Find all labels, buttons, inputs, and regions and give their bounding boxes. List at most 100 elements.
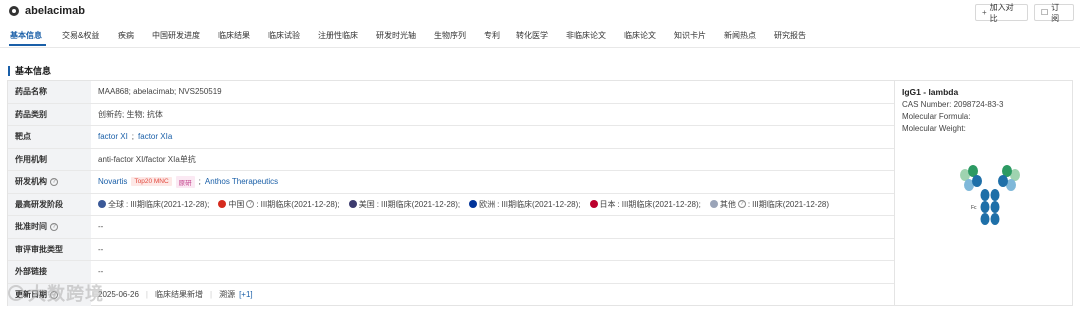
section-heading: 基本信息 bbox=[8, 64, 51, 77]
org-link-anthos[interactable]: Anthos Therapeutics bbox=[205, 177, 278, 186]
tab-news[interactable]: 新闻热点 bbox=[724, 30, 756, 41]
mechanism-value: anti-factor XI/factor XIa单抗 bbox=[98, 154, 196, 164]
help-icon[interactable]: ? bbox=[246, 200, 255, 209]
highest-phase-value: 全球: III期临床(2021-12-28); 中国?: III期临床(2021… bbox=[91, 194, 834, 216]
row-target: 靶点 factor XI; factor XIa bbox=[8, 126, 894, 149]
tab-clinical-trials[interactable]: 临床试验 bbox=[268, 30, 300, 41]
molecular-formula: Molecular Formula: bbox=[902, 112, 971, 121]
drug-type-value: 创新药; 生物; 抗体 bbox=[98, 109, 163, 119]
us-flag-icon bbox=[348, 200, 357, 209]
antibody-fc bbox=[980, 189, 1000, 225]
row-organization: 研发机构 ? Novartis Top20 MNC 原研 ; Anthos Th… bbox=[8, 171, 894, 194]
tab-nonclinical-papers[interactable]: 非临床论文 bbox=[566, 30, 606, 41]
phase-region: 中国 bbox=[228, 199, 245, 209]
tab-reports[interactable]: 研究报告 bbox=[774, 30, 806, 41]
bookmark-icon: ☐ bbox=[1041, 8, 1049, 17]
row-label: 审评审批类型 bbox=[8, 238, 91, 260]
watermark-logo-icon bbox=[8, 285, 24, 301]
subscribe-button[interactable]: ☐ 订阅 bbox=[1034, 2, 1074, 23]
molecule-panel: IgG1 - lambda CAS Number: 2098724-83-3 M… bbox=[894, 81, 1073, 305]
phase-text: III期临床(2021-12-28); bbox=[130, 199, 210, 209]
help-icon[interactable]: ? bbox=[50, 177, 58, 186]
approval-time-value: -- bbox=[98, 222, 104, 232]
watermark-text: 大数跨境 bbox=[28, 284, 104, 304]
tab-deals[interactable]: 交易&权益 bbox=[62, 30, 99, 41]
page-header: abelacimab + 加入对比 ☐ 订阅 bbox=[0, 0, 1080, 26]
phase-text: III期临床(2021-12-28); bbox=[621, 199, 701, 209]
plus-icon: + bbox=[982, 8, 987, 17]
top20-mnc-badge: Top20 MNC bbox=[131, 177, 172, 187]
drug-name-value: MAA868; abelacimab; NVS250519 bbox=[98, 87, 222, 97]
row-highest-phase: 最高研发阶段 全球: III期临床(2021-12-28); 中国?: III期… bbox=[8, 193, 894, 216]
watermark: 大数跨境 bbox=[8, 280, 104, 306]
fc-label: Fc bbox=[971, 205, 977, 211]
row-label: 药品名称 bbox=[8, 81, 91, 103]
help-icon[interactable]: ? bbox=[737, 200, 746, 209]
more-updates-link[interactable]: [+1] bbox=[239, 290, 253, 299]
phase-region: 全球 bbox=[108, 199, 124, 209]
tab-registration-trials[interactable]: 注册性临床 bbox=[318, 30, 358, 41]
phase-usa: 美国: III期临床(2021-12-28); bbox=[348, 199, 460, 210]
tab-patents[interactable]: 专利 bbox=[484, 30, 500, 41]
antibody-structure-icon: Fc bbox=[960, 165, 1020, 225]
cas-number: CAS Number: 2098724-83-3 bbox=[902, 100, 1004, 109]
japan-flag-icon bbox=[589, 200, 598, 209]
target-link-factor-xi[interactable]: factor XI bbox=[98, 132, 128, 141]
page-title: abelacimab bbox=[25, 5, 85, 17]
other-region-icon bbox=[709, 200, 718, 209]
china-flag-icon bbox=[218, 200, 227, 209]
eu-flag-icon bbox=[469, 200, 478, 209]
phase-europe: 欧洲: III期临床(2021-12-28); bbox=[469, 199, 581, 210]
subscribe-label: 订阅 bbox=[1051, 2, 1060, 23]
target-value: factor XI; factor XIa bbox=[91, 126, 172, 148]
row-label: 最高研发阶段 bbox=[8, 193, 91, 215]
tab-clinical-papers[interactable]: 临床论文 bbox=[624, 30, 656, 41]
phase-region: 日本 bbox=[599, 199, 616, 209]
antibody-left-arm bbox=[960, 165, 982, 191]
row-update-date: 更新日期 ? 2025-06-26 | 临床结果新增 | 溯源 [+1] bbox=[8, 283, 894, 306]
target-separator: ; bbox=[131, 132, 135, 142]
row-drug-name: 药品名称 MAA868; abelacimab; NVS250519 bbox=[8, 81, 894, 104]
phase-text: III期临床(2021-12-28) bbox=[752, 199, 830, 209]
row-label: 研发机构 ? bbox=[8, 171, 91, 193]
phase-region: 欧洲 bbox=[479, 199, 496, 209]
row-external-link: 外部链接 -- bbox=[8, 261, 894, 284]
trace-source[interactable]: 溯源 bbox=[219, 289, 235, 300]
antibody-right-arm bbox=[998, 165, 1020, 191]
tab-timeline[interactable]: 研发时光轴 bbox=[376, 30, 416, 41]
help-icon[interactable]: ? bbox=[50, 222, 58, 231]
tab-knowledge-cards[interactable]: 知识卡片 bbox=[674, 30, 706, 41]
target-link-factor-xia[interactable]: factor XIa bbox=[138, 132, 172, 141]
org-label-text: 研发机构 bbox=[15, 177, 47, 187]
phase-region: 美国 bbox=[358, 199, 375, 209]
row-label: 靶点 bbox=[8, 126, 91, 148]
row-mechanism: 作用机制 anti-factor XI/factor XIa单抗 bbox=[8, 148, 894, 171]
drug-icon bbox=[9, 6, 19, 16]
title-wrap: abelacimab bbox=[8, 5, 85, 17]
tab-china-progress[interactable]: 中国研发进度 bbox=[152, 30, 200, 41]
row-approval-time: 批准时间 ? -- bbox=[8, 216, 894, 239]
tab-bio-sequence[interactable]: 生物序列 bbox=[434, 30, 466, 41]
active-tab-indicator bbox=[9, 44, 46, 46]
add-compare-button[interactable]: + 加入对比 bbox=[975, 2, 1028, 23]
add-compare-label: 加入对比 bbox=[989, 2, 1014, 23]
tab-clinical-results[interactable]: 临床结果 bbox=[218, 30, 250, 41]
tab-translational[interactable]: 转化医学 bbox=[516, 30, 548, 41]
update-item: 临床结果新增 bbox=[155, 290, 203, 299]
section-accent-bar bbox=[8, 65, 10, 76]
phase-china: 中国?: III期临床(2021-12-28); bbox=[218, 199, 340, 210]
row-label: 作用机制 bbox=[8, 148, 91, 170]
row-label: 批准时间 ? bbox=[8, 216, 91, 238]
org-link-novartis[interactable]: Novartis bbox=[98, 177, 127, 186]
organization-value: Novartis Top20 MNC 原研 ; Anthos Therapeut… bbox=[91, 171, 278, 193]
update-value: 2025-06-26 | 临床结果新增 | 溯源 [+1] bbox=[91, 284, 253, 306]
row-drug-type: 药品类别 创新药; 生物; 抗体 bbox=[8, 103, 894, 126]
org-separator: ; bbox=[198, 177, 201, 187]
review-type-value: -- bbox=[98, 244, 104, 254]
tab-disease[interactable]: 疾病 bbox=[118, 30, 134, 41]
approval-label-text: 批准时间 bbox=[15, 222, 47, 232]
phase-other: 其他?: III期临床(2021-12-28) bbox=[709, 199, 830, 210]
phase-global: 全球: III期临床(2021-12-28); bbox=[98, 199, 209, 210]
update-date: 2025-06-26 bbox=[98, 290, 139, 299]
tab-basic-info[interactable]: 基本信息 bbox=[10, 30, 42, 41]
